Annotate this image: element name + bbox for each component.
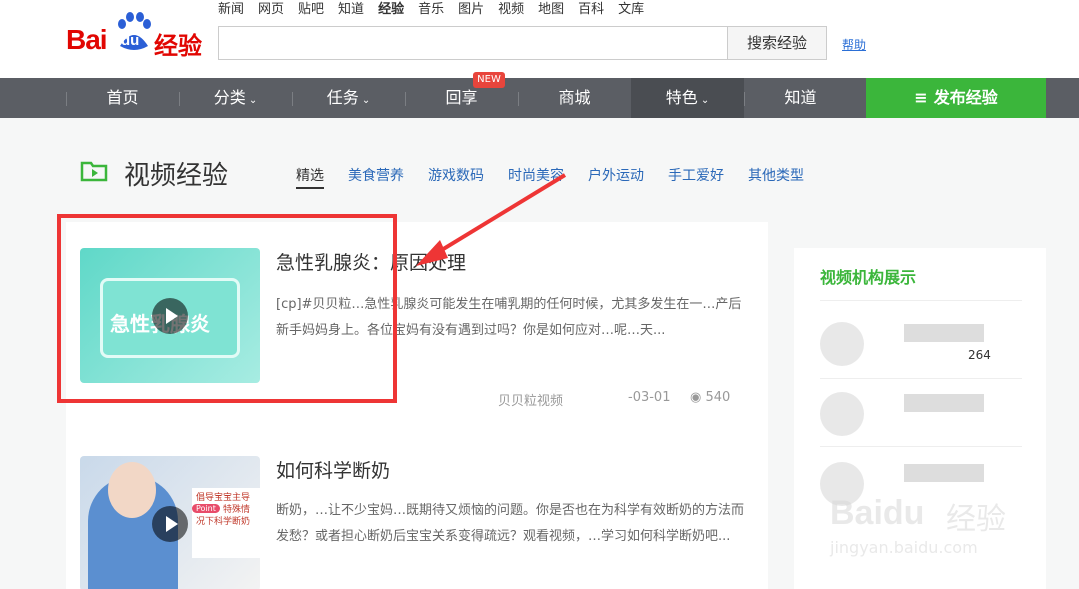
new-badge: NEW: [473, 72, 505, 88]
top-nav-item[interactable]: 音乐: [418, 2, 444, 18]
org-item[interactable]: 264: [820, 318, 1020, 374]
watermark-brand: Baidu: [830, 494, 925, 532]
watermark-url: jingyan.baidu.com: [830, 538, 978, 557]
views: ◉ 540: [690, 390, 730, 405]
org-count: 264: [968, 348, 991, 362]
nav-label: 特色: [665, 88, 698, 107]
chevron-down-icon: ⌄: [700, 95, 710, 106]
tab-crafts[interactable]: 手工爱好: [668, 165, 724, 189]
publish-button[interactable]: ≡ 发布经验: [866, 78, 1046, 118]
top-nav-item-active[interactable]: 经验: [378, 2, 404, 18]
article-description: 断奶，…让不少宝妈…既期待又烦恼的问题。你是否也在为科学有效断奶的方法而发愁？或…: [276, 503, 745, 544]
chevron-down-icon: ⌄: [248, 95, 258, 106]
view-count: 540: [705, 390, 731, 405]
video-folder-icon: [80, 161, 108, 182]
article-date: -03-01: [628, 390, 671, 405]
top-nav-item[interactable]: 文库: [618, 2, 644, 18]
tab-other[interactable]: 其他类型: [748, 165, 804, 189]
top-nav-item[interactable]: 视频: [498, 2, 524, 18]
top-nav-item[interactable]: 百科: [578, 2, 604, 18]
page-title: 视频经验: [124, 161, 229, 191]
org-name: [904, 394, 984, 412]
presenter-head: [108, 462, 156, 518]
org-item[interactable]: [820, 388, 1020, 444]
article-thumbnail[interactable]: 倡导宝宝主导的乳，特殊情况下科学断奶 Point: [80, 456, 260, 589]
avatar: [820, 322, 864, 366]
highlight-box: [57, 214, 397, 403]
top-nav-item[interactable]: 网页: [258, 2, 284, 18]
logo-brand: Bai: [66, 24, 108, 55]
tab-featured[interactable]: 精选: [296, 165, 324, 189]
pen-icon: ≡: [914, 88, 928, 107]
nav-label: 任务: [326, 88, 359, 107]
search-button[interactable]: 搜索经验: [727, 26, 827, 60]
article-title[interactable]: 如何科学断奶: [276, 456, 390, 483]
divider: [820, 300, 1022, 301]
nav-label: 分类: [213, 88, 246, 107]
top-header: Bai du 经验 新闻 网页 贴吧 知道 经验 音乐 图片 视频 地图 百科 …: [0, 0, 1079, 78]
nav-featured[interactable]: 特色 ⌄: [631, 78, 744, 118]
nav-label: 回享: [445, 88, 478, 107]
watermark-product: 经验: [946, 502, 1006, 537]
logo-du: du: [121, 32, 140, 49]
top-nav-item[interactable]: 知道: [338, 2, 364, 18]
tab-food[interactable]: 美食营养: [348, 165, 404, 189]
nav-label: 首页: [106, 88, 139, 107]
point-badge: Point: [192, 504, 220, 513]
baidu-watermark: Baidu 经验 jingyan.baidu.com: [826, 470, 1026, 570]
top-nav-item[interactable]: 图片: [458, 2, 484, 18]
top-nav-item[interactable]: 地图: [538, 2, 564, 18]
article-author[interactable]: 贝贝粒视频: [498, 390, 563, 409]
search-input[interactable]: [218, 26, 728, 60]
top-nav: 新闻 网页 贴吧 知道 经验 音乐 图片 视频 地图 百科 文库: [218, 2, 658, 18]
divider: [820, 446, 1022, 447]
top-nav-item[interactable]: 贴吧: [298, 2, 324, 18]
avatar: [820, 392, 864, 436]
org-name: [904, 324, 984, 342]
eye-icon: ◉: [690, 390, 702, 405]
nav-category[interactable]: 分类 ⌄: [179, 78, 292, 118]
nav-tasks[interactable]: 任务 ⌄: [292, 78, 405, 118]
thumbnail-caption: 倡导宝宝主导的乳，特殊情况下科学断奶: [192, 488, 260, 558]
logo-product: 经验: [154, 32, 202, 60]
chevron-down-icon: ⌄: [361, 95, 371, 106]
sidebar-title: 视频机构展示: [820, 268, 917, 287]
nav-label: 商城: [558, 88, 591, 107]
tab-outdoor[interactable]: 户外运动: [588, 165, 644, 189]
help-link[interactable]: 帮助: [842, 36, 866, 53]
nav-zhidao[interactable]: 知道: [744, 78, 857, 118]
publish-label: 发布经验: [933, 88, 998, 107]
nav-home[interactable]: 首页: [66, 78, 179, 118]
nav-mall[interactable]: 商城: [518, 78, 631, 118]
play-icon[interactable]: [152, 506, 188, 542]
top-nav-item[interactable]: 新闻: [218, 2, 244, 18]
baidu-jingyan-logo[interactable]: Bai du 经验: [66, 10, 206, 60]
arrow-annotation: [416, 173, 567, 266]
nav-label: 知道: [784, 88, 817, 107]
divider: [820, 378, 1022, 379]
